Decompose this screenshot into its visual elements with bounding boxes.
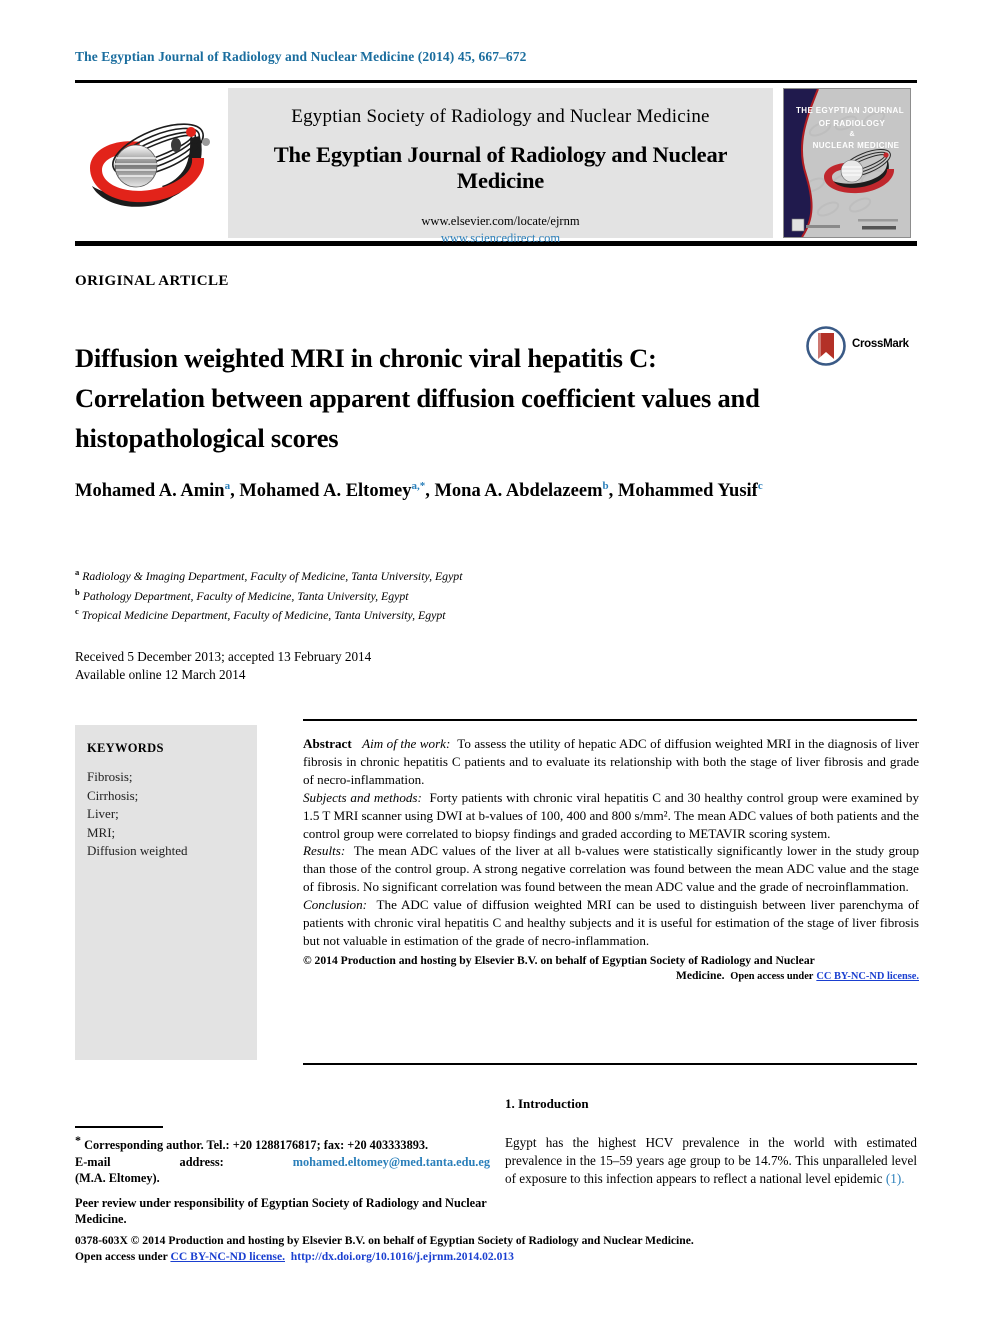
email-owner: (M.A. Eltomey). <box>75 1171 160 1186</box>
crossmark-label: CrossMark <box>852 338 909 350</box>
abstract-results: Results: The mean ADC values of the live… <box>303 843 919 895</box>
license-link[interactable]: CC BY-NC-ND license. <box>816 971 919 982</box>
crossmark-icon <box>806 326 846 366</box>
keywords-list: Fibrosis; Cirrhosis; Liver; MRI; Diffusi… <box>87 769 188 858</box>
keywords-heading: KEYWORDS <box>87 741 164 755</box>
legal-line2: Open access under CC BY-NC-ND license. h… <box>75 1250 514 1263</box>
article-history: Received 5 December 2013; accepted 13 Fe… <box>75 648 371 684</box>
abstract-top-rule <box>303 719 917 721</box>
author-item: Mona A. Abdelazeemb, <box>434 480 618 502</box>
asterisk-icon: * <box>75 1133 81 1147</box>
elsevier-url[interactable]: www.elsevier.com/locate/ejrnm <box>228 214 773 229</box>
corresponding-author-footnote: * Corresponding author. Tel.: +20 128817… <box>75 1132 490 1228</box>
affiliation-item: c Tropical Medicine Department, Faculty … <box>75 606 446 623</box>
legal-line1: 0378-603X © 2014 Production and hosting … <box>75 1234 694 1247</box>
doi-link[interactable]: http://dx.doi.org/10.1016/j.ejrnm.2014.0… <box>291 1250 514 1263</box>
introduction-paragraph: Egypt has the highest HCV prevalence in … <box>505 1135 917 1186</box>
email-link[interactable]: mohamed.eltomey@med.tanta.edu.eg <box>293 1154 490 1171</box>
peer-review-note: Peer review under responsibility of Egyp… <box>75 1195 487 1227</box>
svg-text:OF RADIOLOGY: OF RADIOLOGY <box>819 119 886 128</box>
legal-footer: 0378-603X © 2014 Production and hosting … <box>75 1233 920 1265</box>
abstract-block: Abstract Aim of the work: To assess the … <box>303 735 919 985</box>
article-type-label: ORIGINAL ARTICLE <box>75 273 229 289</box>
author-item: Mohammed Yusifc <box>617 480 763 502</box>
svg-text:THE EGYPTIAN JOURNAL: THE EGYPTIAN JOURNAL <box>796 106 904 115</box>
journal-masthead: Egyptian Society of Radiology and Nuclea… <box>75 88 917 245</box>
sciencedirect-url[interactable]: www.sciencedirect.com <box>228 231 773 246</box>
journal-name: The Egyptian Journal of Radiology and Nu… <box>273 142 728 193</box>
svg-text:&: & <box>849 131 854 138</box>
email-line: E-mail address: mohamed.eltomey@med.tant… <box>75 1154 490 1171</box>
crossmark-badge[interactable]: CrossMark <box>806 326 910 368</box>
corresponding-author-line: * Corresponding author. Tel.: +20 128817… <box>75 1133 429 1153</box>
affiliation-item: b Pathology Department, Faculty of Medic… <box>75 586 409 603</box>
svg-text:NUCLEAR MEDICINE: NUCLEAR MEDICINE <box>813 141 900 150</box>
introduction-heading: 1. Introduction <box>505 1096 589 1111</box>
article-first-page: The Egyptian Journal of Radiology and Nu… <box>0 0 992 1323</box>
society-logo-icon <box>78 94 218 234</box>
society-name: Egyptian Society of Radiology and Nuclea… <box>291 106 710 127</box>
abstract-conclusion: Conclusion: The ADC value of diffusion w… <box>303 897 919 948</box>
license-link-footer[interactable]: CC BY-NC-ND license. <box>170 1250 285 1263</box>
author-item: Mohamed A. Amina, <box>75 480 240 502</box>
author-item: Mohamed A. Eltomeya,*, <box>239 480 435 502</box>
reference-citation[interactable]: (1). <box>886 1171 905 1186</box>
affiliation-item: a Radiology & Imaging Department, Facult… <box>75 567 463 583</box>
masthead-center-panel: Egyptian Society of Radiology and Nuclea… <box>228 88 773 245</box>
journal-cover-thumbnail: THE EGYPTIAN JOURNAL OF RADIOLOGY & NUCL… <box>783 88 911 238</box>
available-online-line: Available online 12 March 2014 <box>75 667 246 682</box>
abstract-bottom-rule <box>303 1063 917 1066</box>
masthead-top-rule <box>75 80 917 83</box>
running-head: The Egyptian Journal of Radiology and Nu… <box>75 49 527 64</box>
page-title: Diffusion weighted MRI in chronic viral … <box>75 342 760 453</box>
footnote-rule <box>75 1126 163 1128</box>
keywords-panel: KEYWORDS Fibrosis; Cirrhosis; Liver; MRI… <box>75 725 257 1060</box>
received-accepted-line: Received 5 December 2013; accepted 13 Fe… <box>75 649 372 664</box>
abstract-aim: Abstract Aim of the work: To assess the … <box>303 736 919 787</box>
author-list: Mohamed A. Amina, Mohamed A. Eltomeya,*,… <box>75 472 875 506</box>
affiliation-list: a Radiology & Imaging Department, Facult… <box>75 565 775 624</box>
abstract-methods: Subjects and methods: Forty patients wit… <box>303 789 920 841</box>
abstract-copyright: © 2014 Production and hosting by Elsevie… <box>303 953 919 983</box>
